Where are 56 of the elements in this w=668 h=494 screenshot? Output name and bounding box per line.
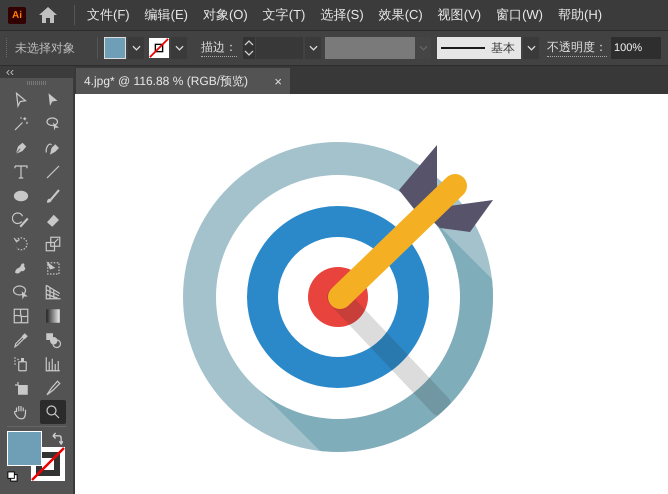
opacity-field[interactable]: 100% [611,37,661,59]
opacity-label[interactable]: 不透明度： [547,39,607,57]
menu-item[interactable]: 编辑(E) [144,6,188,24]
rotate-icon [12,235,30,253]
collapse-icon[interactable] [6,70,14,74]
menu-item[interactable]: 文字(T) [262,6,306,24]
chevron-icon [308,45,318,51]
eyedropper-icon [12,331,30,349]
brush-field[interactable]: 基本 [437,37,521,59]
stroke-label[interactable]: 描边： [201,39,237,57]
chevron-icon [174,45,184,51]
home-icon[interactable] [38,6,58,24]
shape-builder-icon [12,283,30,301]
shaper-icon [12,211,30,229]
selection-status: 未选择对象 [15,40,76,56]
menu-item[interactable]: 效果(C) [378,6,423,24]
menu-item[interactable]: 帮助(H) [558,6,602,24]
perspective-grid-icon [44,283,62,301]
grip-icon[interactable] [5,38,8,58]
grip-icon[interactable] [26,81,46,85]
knife-icon [44,379,62,397]
gradient-icon [44,307,62,325]
mesh-icon [12,307,30,325]
symbol-sprayer-icon [12,355,30,373]
swap-arrow-icon[interactable] [52,432,62,445]
chevron-icon [526,45,536,51]
brush-dropdown[interactable] [523,37,539,59]
menu-item[interactable]: 文件(F) [87,6,130,24]
scale-icon [44,235,62,253]
stepper-icon[interactable] [243,37,255,59]
fill-color-swatch[interactable] [6,431,42,466]
document-tab[interactable]: 4.jpg* @ 116.88 % (RGB/预览) × [76,68,290,94]
lasso-icon [44,115,62,133]
stroke-weight-dropdown[interactable] [305,37,321,59]
fill-dropdown[interactable] [128,37,144,59]
stroke-dropdown[interactable] [171,37,187,59]
tool-button[interactable] [40,400,66,424]
menu-item[interactable]: 视图(V) [438,6,482,24]
magnifier-icon [44,403,62,421]
close-tab-button[interactable]: × [274,74,282,88]
menu-item[interactable]: 选择(S) [320,6,364,24]
bar-chart-icon [44,355,62,373]
stroke-line-icon [441,46,485,50]
chevron-icon [418,45,428,51]
menu-item[interactable]: 窗口(W) [496,6,544,24]
default-colors-icon[interactable] [6,471,18,482]
no-stroke-swatch[interactable] [149,38,169,58]
fill-swatch[interactable] [104,37,126,59]
menu-item[interactable]: 对象(O) [202,6,248,24]
brush-name: 基本 [491,40,515,56]
chevron-icon [132,45,140,51]
blend-icon [44,331,62,349]
app-logo: Ai [8,6,26,24]
document-title: 4.jpg* @ 116.88 % (RGB/预览) [84,72,248,90]
free-transform-icon [44,259,62,277]
type-icon [12,163,30,181]
